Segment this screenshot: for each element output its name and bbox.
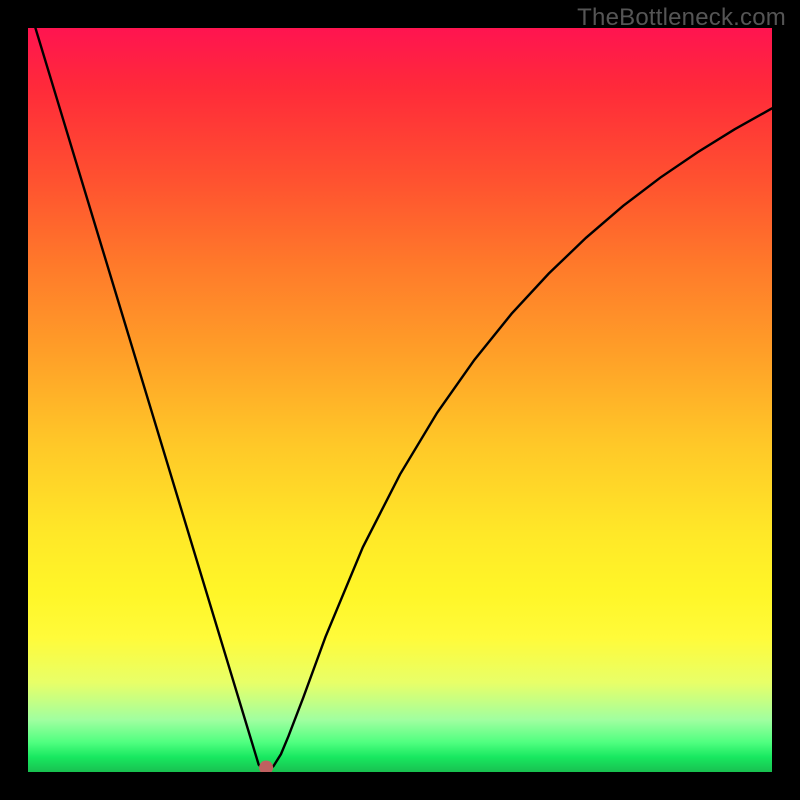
watermark-text: TheBottleneck.com [577, 4, 786, 32]
chart-frame: TheBottleneck.com [0, 0, 800, 800]
plot-area [28, 28, 772, 772]
